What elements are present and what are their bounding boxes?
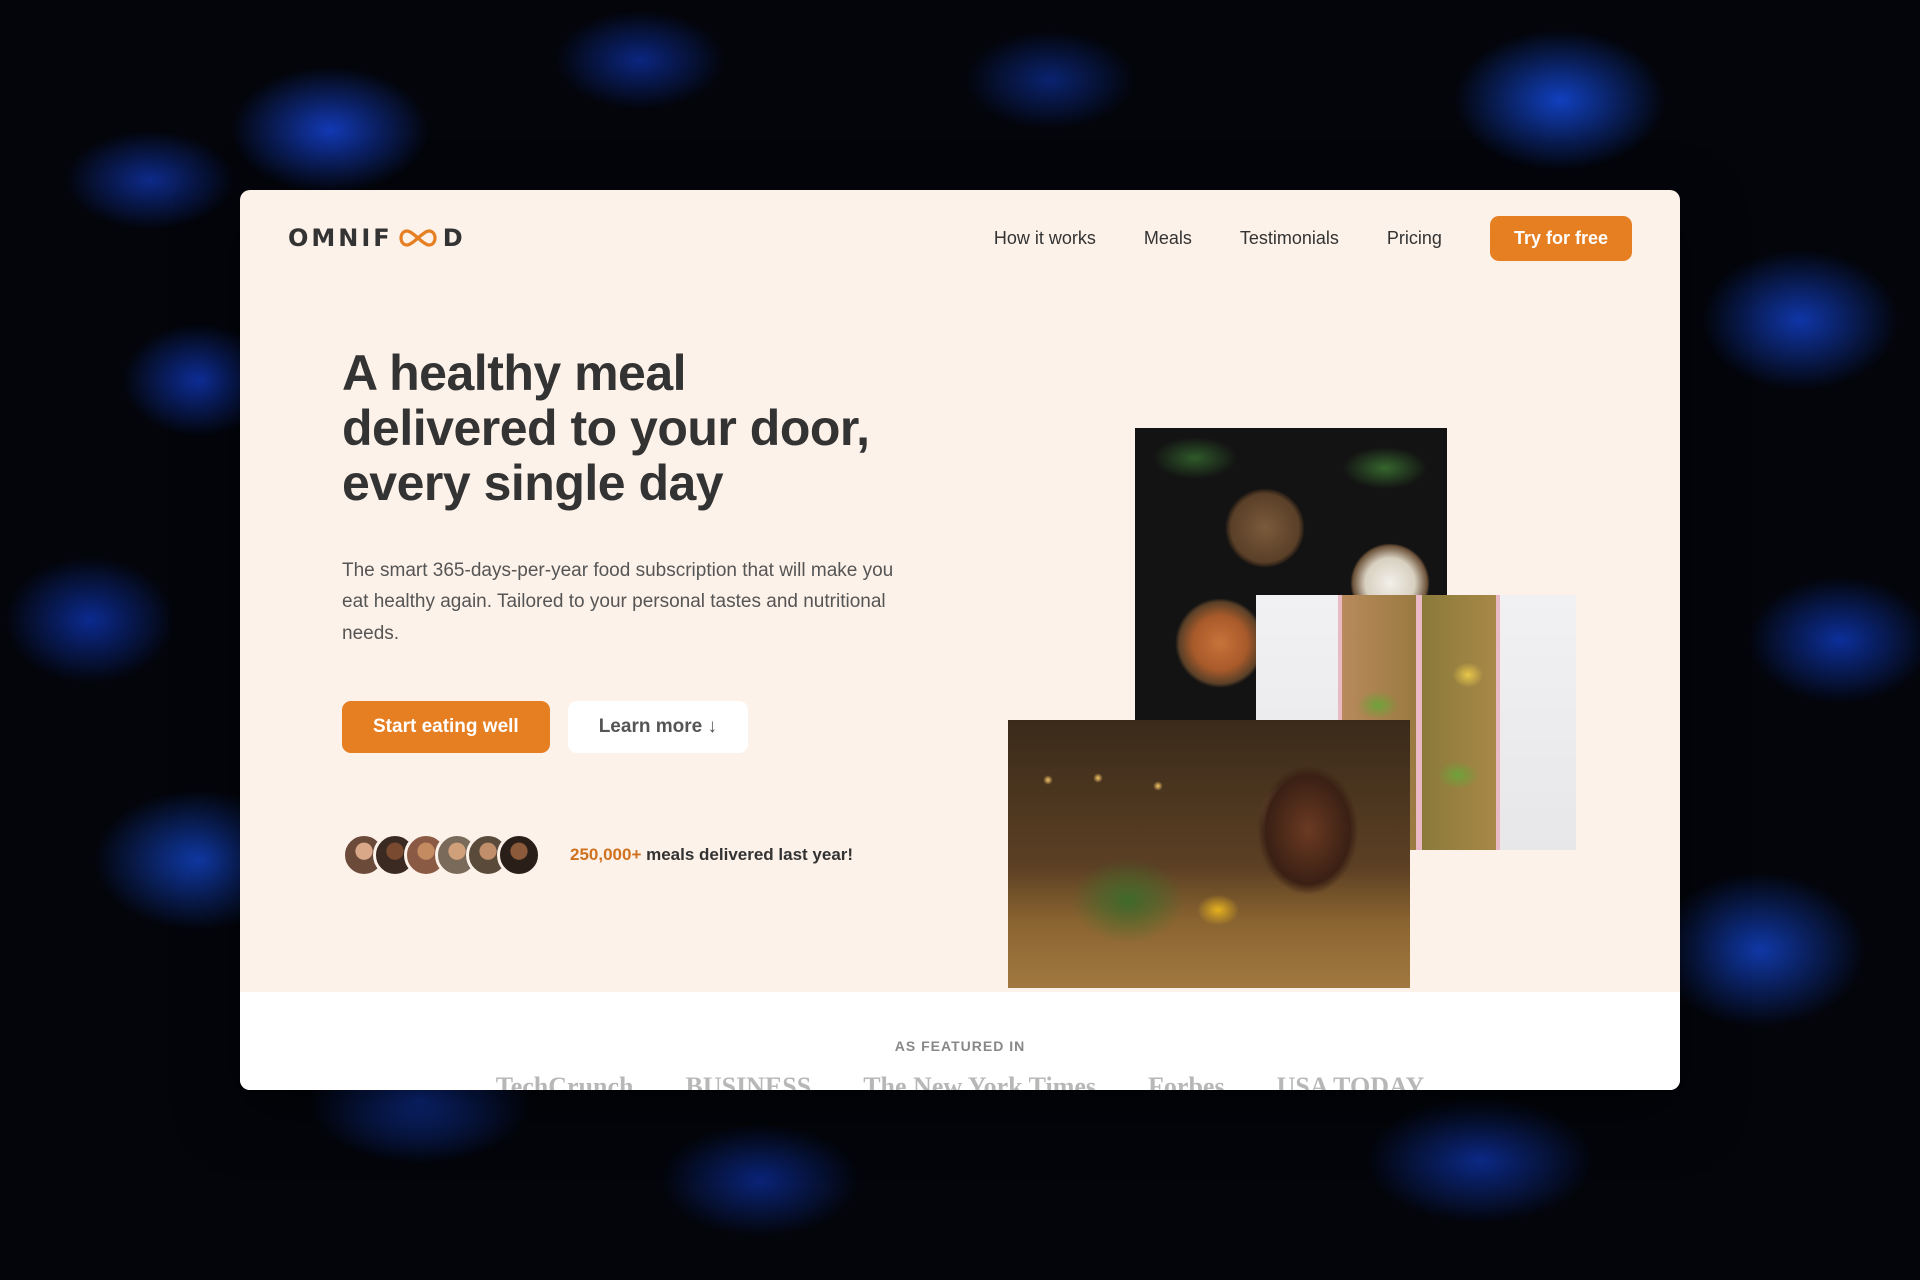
featured-label: AS FEATURED IN — [894, 1038, 1026, 1054]
press-logos: TechCrunch BUSINESS The New York Times F… — [240, 1072, 1680, 1090]
techcrunch-logo: TechCrunch — [495, 1072, 634, 1090]
woman-eating-image — [1008, 720, 1410, 988]
infinity-icon — [399, 229, 437, 247]
hero-title: A healthy meal delivered to your door, e… — [342, 346, 942, 511]
hero-buttons: Start eating well Learn more ↓ — [342, 701, 942, 754]
hero-description: The smart 365-days-per-year food subscri… — [342, 560, 894, 644]
forbes-logo: Forbes — [1148, 1072, 1225, 1090]
omnifood-logo[interactable]: OMNIF D — [288, 224, 466, 252]
nav-testimonials[interactable]: Testimonials — [1240, 228, 1339, 249]
nav-pricing[interactable]: Pricing — [1387, 228, 1442, 249]
nyt-logo: The New York Times — [863, 1072, 1097, 1090]
try-for-free-button[interactable]: Try for free — [1489, 215, 1632, 261]
logo-text-right: D — [442, 224, 466, 252]
learn-more-button[interactable]: Learn more ↓ — [567, 701, 748, 754]
hero-title-line-2: delivered to your door, — [342, 400, 870, 456]
delivered-label: meals delivered last year! — [641, 845, 854, 865]
delivered-count: 250,000+ — [570, 845, 642, 865]
logo-text-left: OMNIF — [288, 224, 393, 252]
main-nav: How it works Meals Testimonials Pricing … — [994, 215, 1632, 261]
hero-title-line-1: A healthy meal — [342, 345, 687, 401]
usa-today-logo: USA TODAY — [1276, 1072, 1425, 1090]
nav-meals[interactable]: Meals — [1144, 228, 1192, 249]
customer-avatars — [342, 833, 541, 878]
featured-in-section: AS FEATURED IN TechCrunch BUSINESS The N… — [240, 992, 1680, 1090]
avatar — [497, 833, 541, 878]
hero-text: A healthy meal delivered to your door, e… — [342, 346, 942, 878]
delivered-meals: 250,000+ meals delivered last year! — [342, 833, 942, 878]
delivered-text: 250,000+ meals delivered last year! — [570, 845, 853, 865]
start-eating-well-button[interactable]: Start eating well — [342, 701, 550, 754]
business-insider-logo: BUSINESS — [685, 1072, 812, 1090]
hero-title-line-3: every single day — [342, 455, 724, 511]
nav-how-it-works[interactable]: How it works — [994, 228, 1096, 249]
browser-window: OMNIF D How it works Meals Testimonials … — [240, 190, 1680, 1090]
site-header: OMNIF D How it works Meals Testimonials … — [240, 190, 1680, 286]
